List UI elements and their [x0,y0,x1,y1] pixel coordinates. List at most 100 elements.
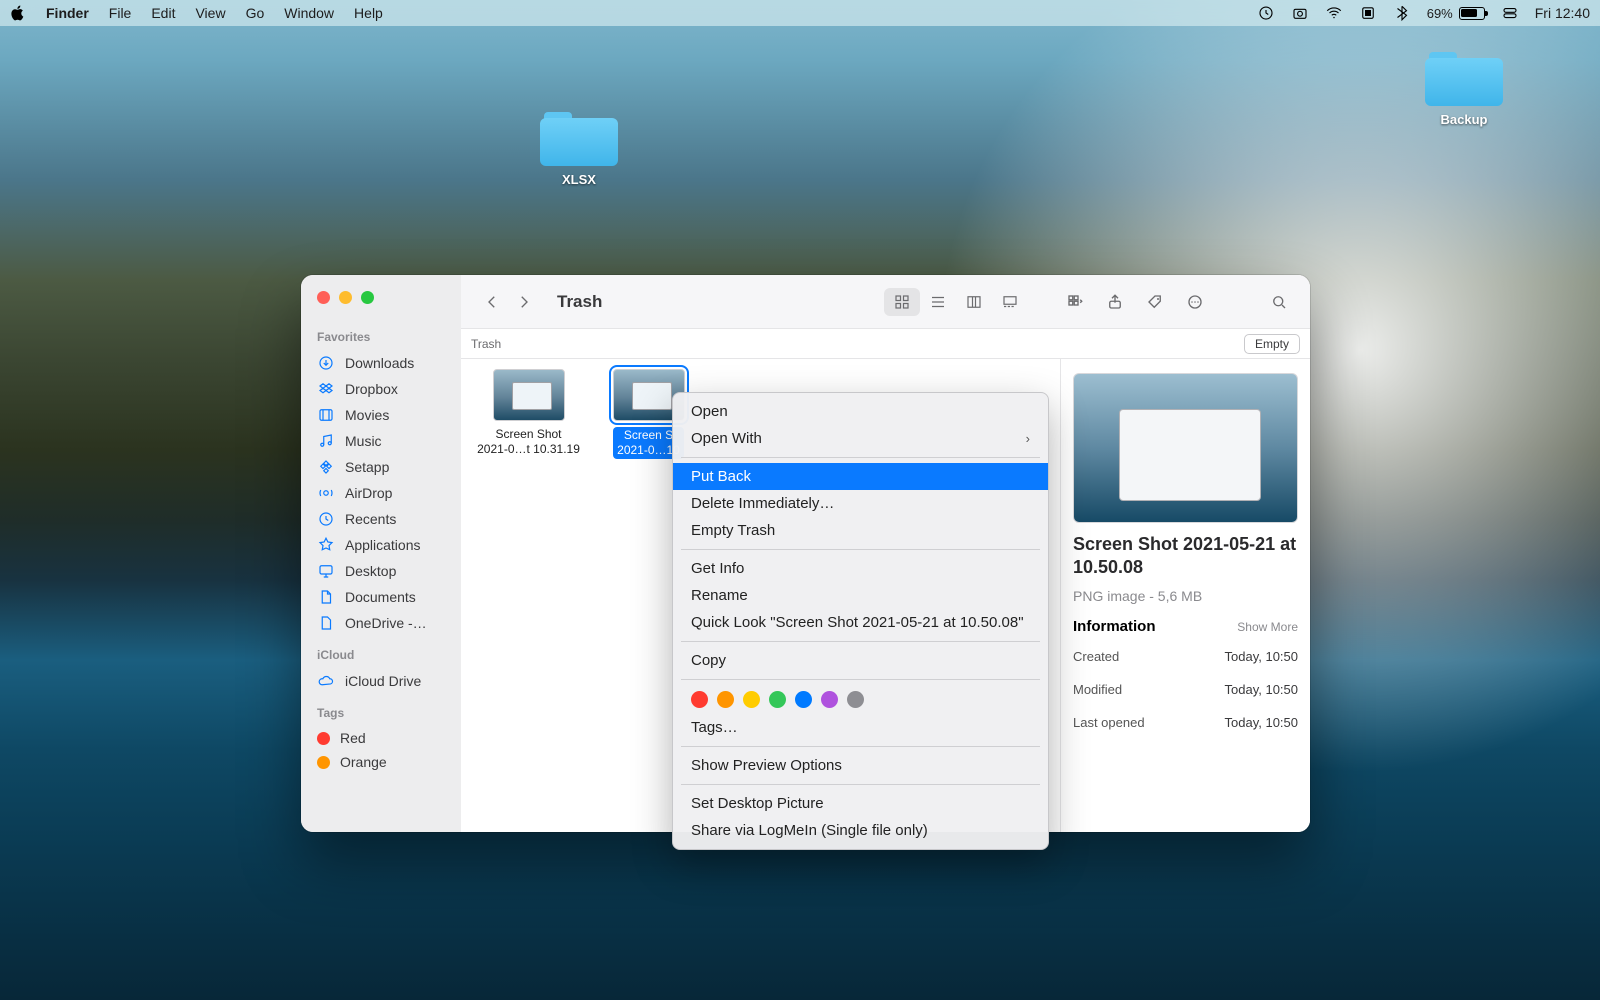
folder-icon [1425,48,1503,106]
ctx-rename[interactable]: Rename [673,582,1048,609]
control-center-icon[interactable] [1501,4,1519,22]
ctx-tags[interactable]: Tags… [673,714,1048,741]
folder-icon [540,108,618,166]
sidebar-item-icloud-drive[interactable]: iCloud Drive [301,668,461,694]
view-icons-button[interactable] [884,288,920,316]
sidebar-item-downloads[interactable]: Downloads [301,350,461,376]
path-bar-label: Trash [471,337,501,351]
camera-icon[interactable] [1291,4,1309,22]
menubar-clock[interactable]: Fri 12:40 [1535,5,1590,21]
sidebar-head-tags: Tags [301,702,461,726]
tag-color-green[interactable] [769,691,786,708]
menubar: Finder File Edit View Go Window Help 69%… [0,0,1600,26]
more-button[interactable] [1180,289,1210,315]
tag-color-gray[interactable] [847,691,864,708]
tag-color-red[interactable] [691,691,708,708]
ctx-delete-immediately[interactable]: Delete Immediately… [673,490,1048,517]
sidebar-item-setapp[interactable]: Setapp [301,454,461,480]
ctx-show-preview-options[interactable]: Show Preview Options [673,752,1048,779]
tag-color-blue[interactable] [795,691,812,708]
menu-file[interactable]: File [109,5,132,21]
view-columns-button[interactable] [956,288,992,316]
sidebar-item-recents[interactable]: Recents [301,506,461,532]
chevron-right-icon: › [1026,431,1030,446]
sidebar-item-airdrop[interactable]: AirDrop [301,480,461,506]
sidebar-item-dropbox[interactable]: Dropbox [301,376,461,402]
menu-go[interactable]: Go [246,5,265,21]
ctx-open[interactable]: Open [673,398,1048,425]
file-item[interactable]: Screen Shot2021-0…t 10.31.19 [471,369,586,457]
group-by-button[interactable] [1060,289,1090,315]
status-square-icon[interactable] [1359,4,1377,22]
tag-color-purple[interactable] [821,691,838,708]
finder-toolbar: Trash [461,275,1310,329]
apple-menu[interactable] [10,5,26,21]
battery-status[interactable]: 69% [1427,6,1485,21]
view-gallery-button[interactable] [992,288,1028,316]
preview-panel: Screen Shot 2021-05-21 at 10.50.08 PNG i… [1060,359,1310,832]
path-bar: Trash Empty [461,329,1310,359]
tags-button[interactable] [1140,289,1170,315]
ctx-separator [681,784,1040,785]
preview-row-modified: ModifiedToday, 10:50 [1073,678,1298,701]
menu-window[interactable]: Window [284,5,334,21]
tag-color-yellow[interactable] [743,691,760,708]
sidebar-head-favorites: Favorites [301,326,461,350]
wifi-icon[interactable] [1325,4,1343,22]
battery-percent: 69% [1427,6,1453,21]
menu-help[interactable]: Help [354,5,383,21]
ctx-set-desktop-picture[interactable]: Set Desktop Picture [673,790,1048,817]
ctx-quick-look[interactable]: Quick Look "Screen Shot 2021-05-21 at 10… [673,609,1048,636]
sidebar-item-desktop[interactable]: Desktop [301,558,461,584]
nav-back-button[interactable] [477,289,507,315]
preview-row-lastopened: Last openedToday, 10:50 [1073,711,1298,734]
view-list-button[interactable] [920,288,956,316]
tag-color-orange[interactable] [717,691,734,708]
share-button[interactable] [1100,289,1130,315]
window-close-button[interactable] [317,291,330,304]
preview-filename: Screen Shot 2021-05-21 at 10.50.08 [1073,533,1298,578]
window-minimize-button[interactable] [339,291,352,304]
desktop-folder-label: XLSX [562,172,596,187]
empty-trash-button[interactable]: Empty [1244,334,1300,354]
menu-app-name[interactable]: Finder [46,5,89,21]
window-title: Trash [557,292,602,312]
ctx-share-logmein[interactable]: Share via LogMeIn (Single file only) [673,817,1048,844]
sidebar-item-applications[interactable]: Applications [301,532,461,558]
sidebar-tag-orange[interactable]: Orange [301,750,461,774]
file-label: Screen Shot2021-0…t 10.31.19 [477,427,580,457]
desktop-folder-xlsx[interactable]: XLSX [540,108,618,187]
window-zoom-button[interactable] [361,291,374,304]
finder-sidebar: Favorites Downloads Dropbox Movies Music… [301,275,461,832]
context-menu: Open Open With› Put Back Delete Immediat… [672,392,1049,850]
ctx-empty-trash[interactable]: Empty Trash [673,517,1048,544]
menu-edit[interactable]: Edit [151,5,175,21]
ctx-copy[interactable]: Copy [673,647,1048,674]
ctx-separator [681,457,1040,458]
ctx-put-back[interactable]: Put Back [673,463,1048,490]
preview-show-more[interactable]: Show More [1237,620,1298,634]
nav-forward-button[interactable] [509,289,539,315]
clock-icon[interactable] [1257,4,1275,22]
preview-info-heading: Information [1073,618,1156,635]
desktop-folder-backup[interactable]: Backup [1425,48,1503,127]
ctx-open-with[interactable]: Open With› [673,425,1048,452]
bluetooth-icon[interactable] [1393,4,1411,22]
sidebar-item-music[interactable]: Music [301,428,461,454]
sidebar-item-documents[interactable]: Documents [301,584,461,610]
sidebar-head-icloud: iCloud [301,644,461,668]
sidebar-tag-red[interactable]: Red [301,726,461,750]
view-mode-segment [884,288,1028,316]
ctx-separator [681,549,1040,550]
window-controls [301,287,461,322]
sidebar-item-onedrive[interactable]: OneDrive -… [301,610,461,636]
menu-view[interactable]: View [195,5,225,21]
desktop-folder-label: Backup [1441,112,1488,127]
ctx-get-info[interactable]: Get Info [673,555,1048,582]
ctx-separator [681,679,1040,680]
sidebar-item-movies[interactable]: Movies [301,402,461,428]
tag-dot-icon [317,732,330,745]
ctx-separator [681,746,1040,747]
search-button[interactable] [1264,289,1294,315]
tag-dot-icon [317,756,330,769]
